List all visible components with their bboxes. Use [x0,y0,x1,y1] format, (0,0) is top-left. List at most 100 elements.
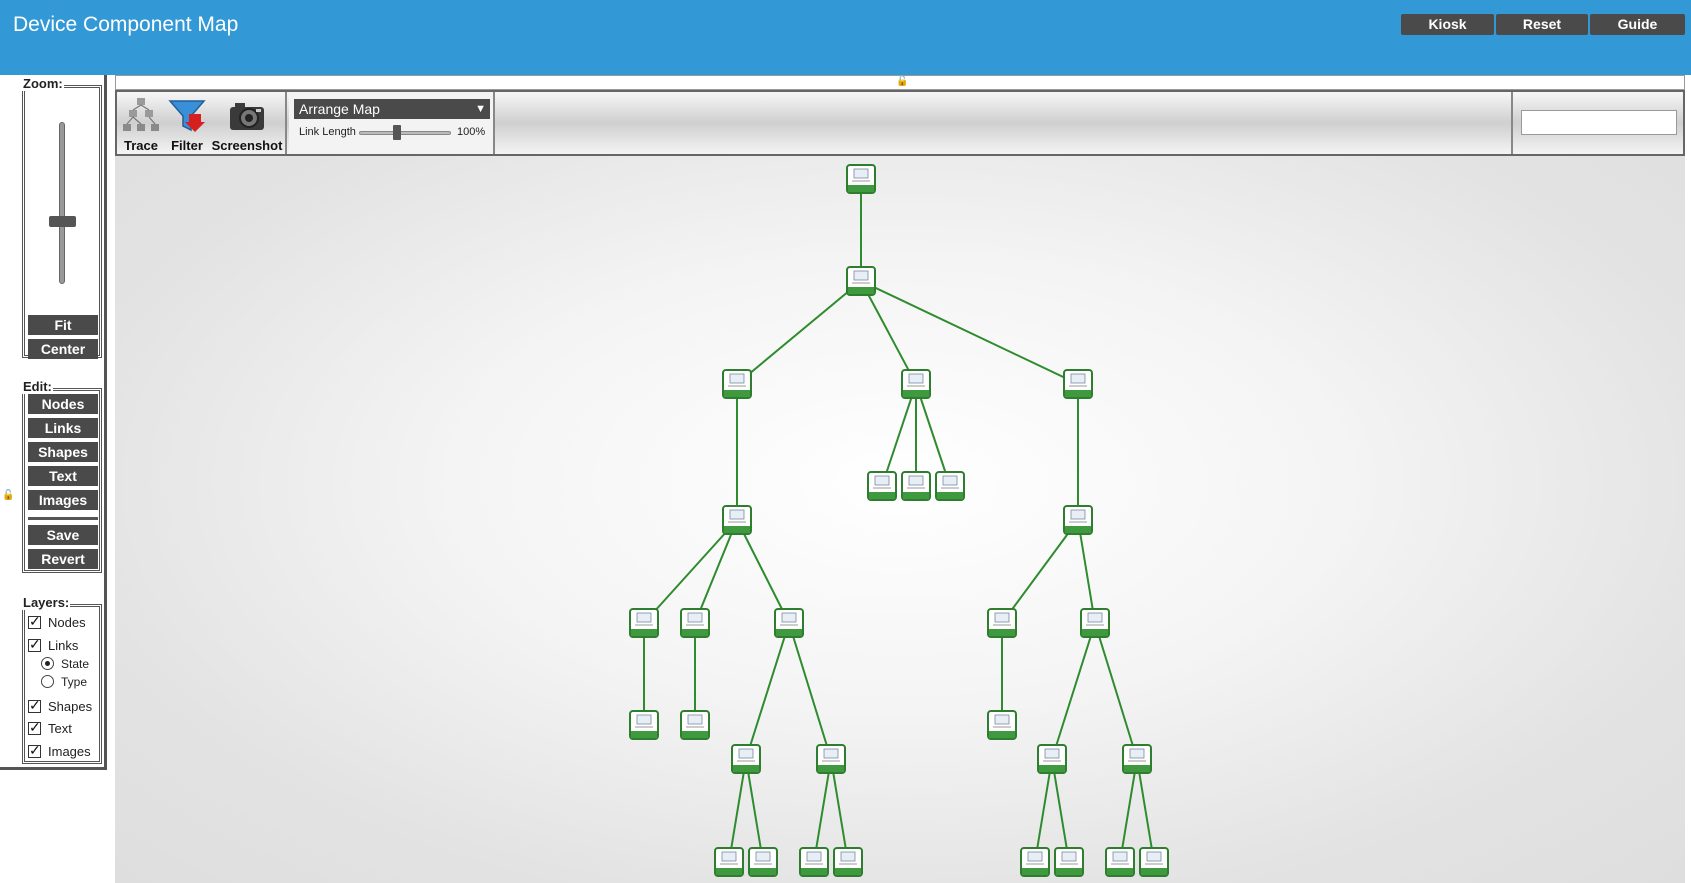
checkbox-icon[interactable] [28,613,41,630]
device-node[interactable] [1139,847,1169,877]
toolbar-lock-icon[interactable]: 🔓 [896,76,908,87]
device-link[interactable] [736,280,862,385]
link-length-thumb[interactable] [393,125,401,140]
device-node[interactable] [1054,847,1084,877]
caret-down-icon: ▼ [475,103,486,115]
device-node[interactable] [1122,744,1152,774]
device-node[interactable] [816,744,846,774]
device-node[interactable] [1063,505,1093,535]
device-node[interactable] [629,710,659,740]
search-input[interactable] [1521,110,1677,135]
checkbox-icon[interactable] [28,697,41,714]
device-node[interactable] [722,505,752,535]
device-link[interactable] [881,383,917,487]
device-node[interactable] [935,471,965,501]
device-link[interactable] [1136,758,1155,863]
layer-links-label: Links [48,638,79,653]
panel-lock-icon[interactable]: 🔓 [2,490,14,501]
device-link[interactable] [1119,758,1138,863]
device-link[interactable] [745,622,790,760]
kiosk-button[interactable]: Kiosk [1401,14,1494,35]
layer-images[interactable]: Images [28,742,91,760]
device-link[interactable] [1051,758,1070,863]
device-link[interactable] [694,519,738,624]
layer-shapes-label: Shapes [48,699,93,714]
page-title: Device Component Map [13,13,239,36]
device-node[interactable] [1063,369,1093,399]
layer-shapes[interactable]: Shapes [28,697,93,715]
device-node[interactable] [987,608,1017,638]
links-mode-state[interactable]: State [41,656,89,673]
device-link[interactable] [788,622,832,760]
edit-links-button[interactable]: Links [28,418,98,438]
radio-selected-icon[interactable] [41,657,54,670]
device-node[interactable] [1080,608,1110,638]
device-link[interactable] [643,519,738,624]
edit-shapes-button[interactable]: Shapes [28,442,98,462]
device-link[interactable] [915,383,951,487]
device-node[interactable] [1020,847,1050,877]
device-link[interactable] [1077,519,1096,624]
link-length-label: Link Length [299,126,356,138]
zoom-slider-thumb[interactable] [49,216,76,227]
device-node[interactable] [901,369,931,399]
device-node[interactable] [748,847,778,877]
device-link[interactable] [860,280,1079,385]
device-link[interactable] [736,519,790,624]
root-device-node[interactable] [846,164,876,194]
reset-button[interactable]: Reset [1496,14,1588,35]
checkbox-icon[interactable] [28,719,41,736]
device-node[interactable] [731,744,761,774]
device-link[interactable] [1034,758,1053,863]
save-button[interactable]: Save [28,525,98,545]
device-link[interactable] [1001,519,1079,624]
device-tree-graph[interactable] [115,156,1685,883]
layer-text[interactable]: Text [28,719,72,737]
device-node[interactable] [987,710,1017,740]
device-link[interactable] [813,758,832,863]
device-node[interactable] [629,608,659,638]
filter-button[interactable]: Filter [167,96,207,153]
edit-nodes-button[interactable]: Nodes [28,394,98,414]
links-mode-type[interactable]: Type [41,674,87,691]
guide-button[interactable]: Guide [1590,14,1685,35]
center-button[interactable]: Center [28,339,98,359]
device-node[interactable] [1037,744,1067,774]
revert-button[interactable]: Revert [28,549,98,569]
checkbox-icon[interactable] [28,636,41,653]
device-node[interactable] [680,710,710,740]
edit-images-button[interactable]: Images [28,490,98,510]
zoom-slider-track[interactable] [59,122,65,284]
checkbox-icon[interactable] [28,742,41,759]
device-node[interactable] [722,369,752,399]
device-link[interactable] [860,280,917,385]
device-node[interactable] [901,471,931,501]
device-node[interactable] [833,847,863,877]
layer-links[interactable]: Links [28,636,79,654]
device-node[interactable] [799,847,829,877]
device-node[interactable] [774,608,804,638]
device-node[interactable] [1105,847,1135,877]
trace-button[interactable]: Trace [121,96,161,153]
radio-icon[interactable] [41,675,54,688]
links-mode-state-label: State [61,657,90,671]
device-node[interactable] [846,266,876,296]
device-node[interactable] [867,471,897,501]
device-link[interactable] [745,758,764,863]
layer-nodes[interactable]: Nodes [28,613,86,631]
device-link[interactable] [1051,622,1096,760]
device-node[interactable] [714,847,744,877]
fit-button[interactable]: Fit [28,315,98,335]
device-node[interactable] [680,608,710,638]
edit-legend: Edit: [22,379,53,394]
link-length-track[interactable] [359,131,451,135]
layers-group: Nodes Links State Type Shapes Text Image… [22,604,102,764]
edit-text-button[interactable]: Text [28,466,98,486]
device-link[interactable] [830,758,849,863]
arrange-map-select[interactable]: Arrange Map ▼ [294,99,490,119]
edit-group: Nodes Links Shapes Text Images Save Reve… [22,388,102,573]
device-link[interactable] [1094,622,1138,760]
device-map-canvas[interactable] [115,156,1685,883]
device-link[interactable] [728,758,747,863]
screenshot-button[interactable]: Screenshot [211,96,283,153]
